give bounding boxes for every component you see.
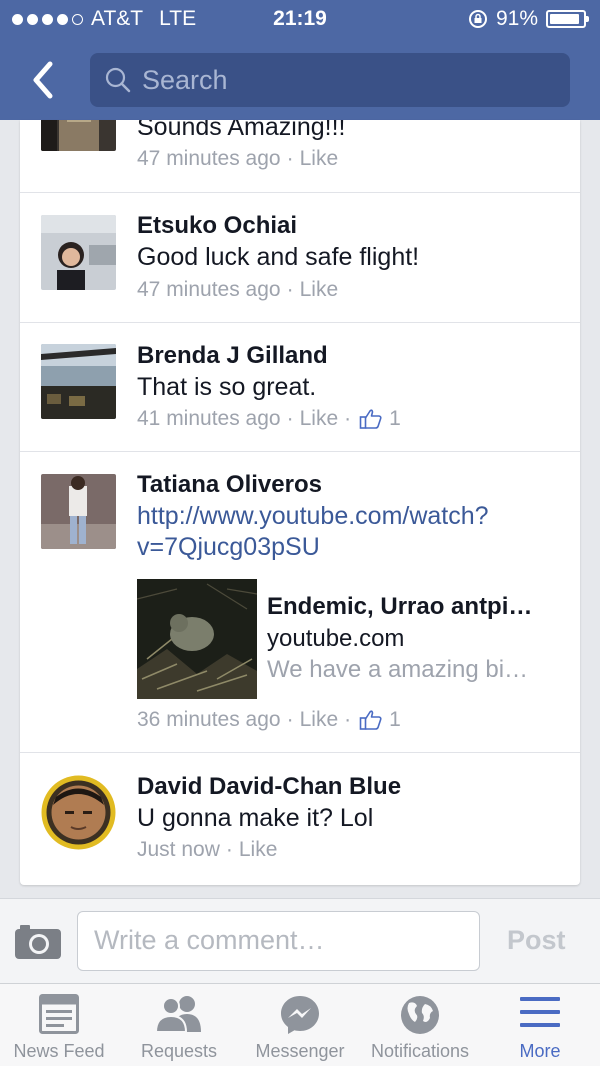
comment-meta: 47 minutes ago · Like [137, 147, 339, 171]
youtube-preview[interactable]: Endemic, Urrao antpi… youtube.com We hav… [137, 579, 557, 699]
search-input[interactable] [140, 63, 544, 97]
comment-timestamp: 36 minutes ago [137, 708, 281, 731]
comment-text: Good luck and safe flight! [137, 243, 420, 271]
globe-icon [401, 996, 439, 1034]
avatar[interactable] [41, 344, 116, 419]
comment-meta: Just now · Like [137, 838, 278, 862]
menu-icon [520, 997, 560, 1027]
tab-label: Requests [140, 1041, 218, 1061]
news-feed-icon [39, 994, 79, 1034]
tab-label: Messenger [255, 1041, 345, 1061]
rotation-lock-icon [468, 10, 487, 28]
header: AT&T LTE 21:19 91% [0, 0, 600, 120]
search-bar[interactable] [90, 53, 570, 107]
comment-meta: 47 minutes ago · Like [137, 278, 339, 302]
comment-meta: 36 minutes ago · Like · 1 [137, 708, 401, 732]
preview-description: We have a amazing bi… [267, 656, 529, 683]
comment-text: That is so great. [137, 373, 317, 401]
battery-percent: 91% [495, 7, 538, 30]
commenter-name[interactable]: Brenda J Gilland [137, 342, 328, 370]
link-line: http://www.youtube.com/watch? [137, 502, 489, 530]
camera-icon[interactable] [14, 922, 62, 960]
comment-item: Sounds Amazing!!! 47 minutes ago · Like [20, 120, 580, 193]
search-icon [105, 67, 131, 93]
preview-domain: youtube.com [267, 625, 405, 652]
avatar[interactable] [41, 215, 116, 290]
comment-text: Sounds Amazing!!! [137, 120, 346, 141]
comment-timestamp: 41 minutes ago [137, 407, 281, 430]
back-arrow-icon[interactable] [26, 60, 66, 100]
avatar[interactable] [41, 474, 116, 549]
tab-label: Notifications [370, 1041, 470, 1061]
comment-item: Brenda J Gilland That is so great. 41 mi… [20, 322, 580, 452]
youtube-link[interactable]: http://www.youtube.com/watch? v=7Qjucg03… [137, 501, 489, 563]
like-count: 1 [389, 407, 401, 430]
like-link[interactable]: Like [300, 278, 339, 302]
video-thumbnail [137, 579, 257, 699]
like-link[interactable]: Like [300, 147, 339, 171]
like-count: 1 [389, 708, 401, 731]
comment-item: David David-Chan Blue U gonna make it? L… [20, 752, 580, 885]
comment-item: Etsuko Ochiai Good luck and safe flight!… [20, 192, 580, 323]
friend-requests-icon [154, 996, 201, 1033]
commenter-name[interactable]: Etsuko Ochiai [137, 212, 297, 240]
comment-field[interactable] [77, 911, 480, 971]
status-bar: AT&T LTE 21:19 91% [0, 0, 600, 40]
comment-timestamp: Just now [137, 838, 220, 861]
battery-icon [546, 10, 589, 28]
avatar[interactable] [41, 120, 116, 151]
post-button[interactable]: Post [507, 925, 566, 956]
commenter-name[interactable]: David David-Chan Blue [137, 773, 401, 801]
tab-requests[interactable]: Requests [120, 984, 238, 1066]
link-line: v=7Qjucg03pSU [137, 533, 320, 561]
comment-meta: 41 minutes ago · Like · 1 [137, 407, 401, 431]
tab-messenger[interactable]: Messenger [240, 984, 360, 1066]
avatar[interactable] [41, 775, 116, 850]
like-link[interactable]: Like [239, 838, 278, 862]
comment-text: U gonna make it? Lol [137, 804, 374, 832]
tab-more[interactable]: More [480, 984, 600, 1066]
comment-timestamp: 47 minutes ago [137, 147, 281, 170]
tab-bar: News Feed Requests Messenger Notificatio… [0, 983, 600, 1066]
thumbs-up-icon [359, 408, 383, 430]
comments-list: Sounds Amazing!!! 47 minutes ago · Like … [20, 120, 580, 885]
comment-input[interactable] [92, 924, 466, 957]
thumbs-up-icon [359, 709, 383, 731]
tab-label: News Feed [13, 1041, 105, 1061]
commenter-name[interactable]: Tatiana Oliveros [137, 471, 322, 499]
tab-notifications[interactable]: Notifications [360, 984, 480, 1066]
tab-label: More [519, 1041, 561, 1061]
comment-timestamp: 47 minutes ago [137, 278, 281, 301]
preview-title: Endemic, Urrao antpi… [267, 593, 533, 620]
like-link[interactable]: Like [300, 708, 339, 732]
messenger-icon [281, 996, 319, 1034]
tab-news-feed[interactable]: News Feed [0, 984, 118, 1066]
like-link[interactable]: Like [300, 407, 339, 431]
